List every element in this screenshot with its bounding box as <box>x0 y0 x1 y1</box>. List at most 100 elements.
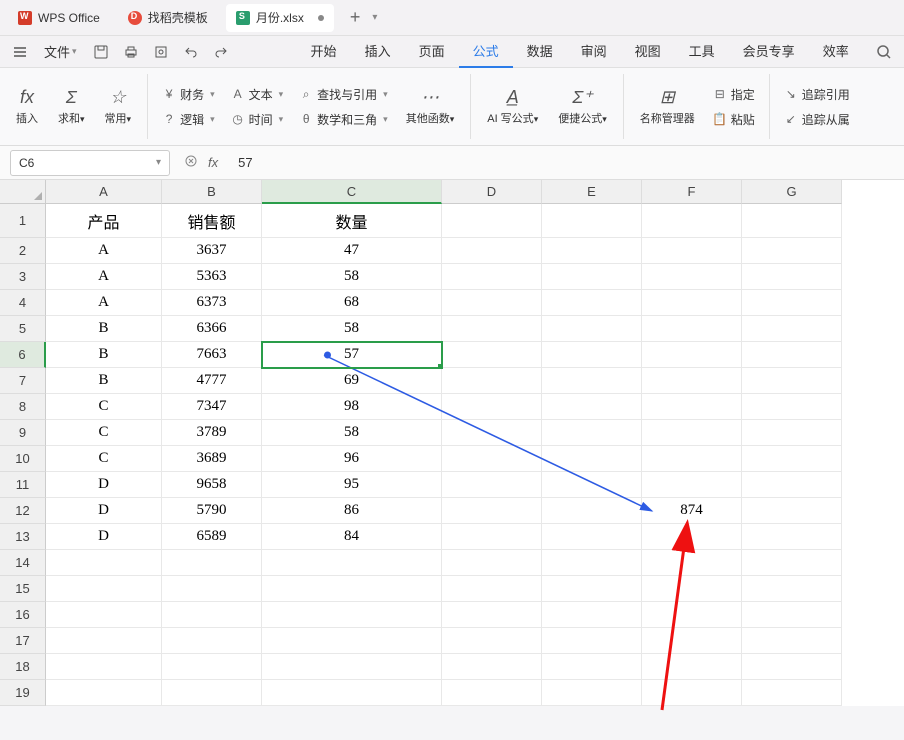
row-header[interactable]: 15 <box>0 576 46 602</box>
cell[interactable]: A <box>46 290 162 316</box>
cell[interactable] <box>162 628 262 654</box>
cell[interactable] <box>162 654 262 680</box>
cell[interactable] <box>742 472 842 498</box>
cell[interactable]: 98 <box>262 394 442 420</box>
col-header-F[interactable]: F <box>642 180 742 204</box>
row-header[interactable]: 5 <box>0 316 46 342</box>
col-header-E[interactable]: E <box>542 180 642 204</box>
formula-cancel-button[interactable] <box>184 154 198 171</box>
text-button[interactable]: A文本▾ <box>227 84 288 105</box>
print-button[interactable] <box>117 39 145 65</box>
cell[interactable] <box>742 204 842 238</box>
lookup-button[interactable]: ⌕查找与引用▾ <box>295 84 392 105</box>
cell[interactable]: 57 <box>262 342 442 368</box>
cell[interactable]: 6589 <box>162 524 262 550</box>
cell[interactable] <box>442 238 542 264</box>
cell[interactable] <box>542 204 642 238</box>
cell[interactable]: B <box>46 342 162 368</box>
insert-function-button[interactable]: fx 插入 <box>10 83 44 130</box>
cell[interactable] <box>742 264 842 290</box>
cell[interactable] <box>46 654 162 680</box>
cell[interactable]: 84 <box>262 524 442 550</box>
cell[interactable] <box>742 420 842 446</box>
math-button[interactable]: θ数学和三角▾ <box>295 109 392 130</box>
add-tab-caret-icon[interactable]: ▾ <box>372 12 377 23</box>
cell[interactable] <box>442 368 542 394</box>
cell[interactable]: 4777 <box>162 368 262 394</box>
preview-button[interactable] <box>147 39 175 65</box>
cell[interactable] <box>262 550 442 576</box>
cell[interactable] <box>542 368 642 394</box>
cell[interactable] <box>542 290 642 316</box>
cell[interactable] <box>46 550 162 576</box>
row-header[interactable]: 7 <box>0 368 46 394</box>
cell[interactable]: B <box>46 316 162 342</box>
cell[interactable] <box>642 204 742 238</box>
row-header[interactable]: 12 <box>0 498 46 524</box>
cell[interactable] <box>442 264 542 290</box>
common-button[interactable]: ☆ 常用▾ <box>99 83 138 130</box>
name-box[interactable]: C6 ▾ <box>10 150 170 176</box>
cell[interactable] <box>542 420 642 446</box>
app-tab-wps[interactable]: WPS Office <box>8 4 110 32</box>
row-header[interactable]: 14 <box>0 550 46 576</box>
row-header[interactable]: 10 <box>0 446 46 472</box>
search-button[interactable] <box>870 39 898 65</box>
cell[interactable] <box>742 446 842 472</box>
cell[interactable] <box>442 576 542 602</box>
cell[interactable] <box>442 654 542 680</box>
cell[interactable] <box>262 576 442 602</box>
quick-formula-button[interactable]: Σ⁺ 便捷公式▾ <box>552 83 613 130</box>
col-header-G[interactable]: G <box>742 180 842 204</box>
cell[interactable] <box>542 628 642 654</box>
cell[interactable] <box>542 394 642 420</box>
cell[interactable] <box>742 238 842 264</box>
cell[interactable] <box>46 576 162 602</box>
cell[interactable] <box>742 654 842 680</box>
cell[interactable] <box>642 342 742 368</box>
cell[interactable] <box>46 680 162 706</box>
row-header[interactable]: 13 <box>0 524 46 550</box>
cell[interactable] <box>742 498 842 524</box>
cell[interactable] <box>542 576 642 602</box>
cell[interactable] <box>642 680 742 706</box>
cell[interactable] <box>542 602 642 628</box>
cell[interactable]: D <box>46 472 162 498</box>
file-menu-button[interactable]: 文件 ▾ <box>36 38 85 65</box>
row-header[interactable]: 16 <box>0 602 46 628</box>
cell[interactable]: 销售额 <box>162 204 262 238</box>
cell[interactable] <box>162 576 262 602</box>
sum-button[interactable]: Σ 求和▾ <box>52 83 91 130</box>
menu-tab-view[interactable]: 视图 <box>621 35 675 68</box>
cell[interactable] <box>46 628 162 654</box>
cell[interactable]: 58 <box>262 264 442 290</box>
cell[interactable] <box>542 524 642 550</box>
cell[interactable] <box>642 602 742 628</box>
cell[interactable] <box>742 576 842 602</box>
undo-button[interactable] <box>177 39 205 65</box>
row-header[interactable]: 9 <box>0 420 46 446</box>
cell[interactable] <box>642 524 742 550</box>
cell[interactable] <box>442 602 542 628</box>
cell[interactable]: 6373 <box>162 290 262 316</box>
cell[interactable]: 产品 <box>46 204 162 238</box>
cell[interactable]: 3789 <box>162 420 262 446</box>
cell[interactable] <box>742 394 842 420</box>
cell[interactable]: A <box>46 238 162 264</box>
menu-tab-formula[interactable]: 公式 <box>459 35 513 68</box>
row-header[interactable]: 8 <box>0 394 46 420</box>
cell[interactable] <box>642 394 742 420</box>
cell[interactable] <box>742 316 842 342</box>
cell[interactable] <box>542 680 642 706</box>
cell[interactable] <box>442 342 542 368</box>
cell[interactable] <box>642 368 742 394</box>
cell[interactable] <box>542 342 642 368</box>
trace-dependents-button[interactable]: ↙追踪从属 <box>780 109 854 130</box>
cell[interactable] <box>442 472 542 498</box>
row-header[interactable]: 3 <box>0 264 46 290</box>
cell[interactable] <box>642 238 742 264</box>
cell[interactable] <box>162 550 262 576</box>
cell[interactable] <box>542 498 642 524</box>
cell[interactable]: 68 <box>262 290 442 316</box>
cell[interactable] <box>262 680 442 706</box>
